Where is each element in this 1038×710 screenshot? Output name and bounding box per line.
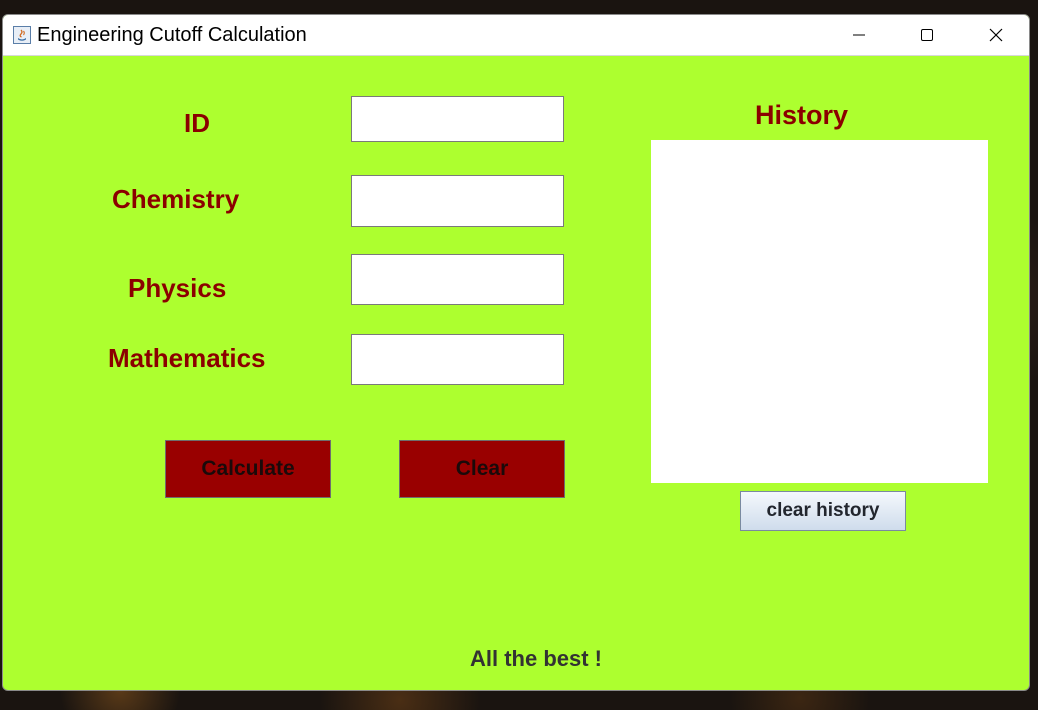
maximize-button[interactable] <box>894 15 960 55</box>
minimize-icon <box>853 34 865 36</box>
physics-label: Physics <box>128 273 227 303</box>
mathematics-input[interactable] <box>351 334 564 385</box>
history-text-area[interactable] <box>651 140 988 483</box>
minimize-button[interactable] <box>826 15 892 55</box>
physics-input[interactable] <box>351 254 564 305</box>
id-input[interactable] <box>351 96 564 142</box>
id-label: ID <box>184 108 210 138</box>
window-title: Engineering Cutoff Calculation <box>37 24 307 46</box>
footer-message: All the best ! <box>470 646 603 671</box>
app-window: Engineering Cutoff Calculation ID Chemis… <box>2 14 1030 691</box>
mathematics-label: Mathematics <box>108 343 266 373</box>
chemistry-label: Chemistry <box>112 184 240 214</box>
title-bar: Engineering Cutoff Calculation <box>3 15 1029 56</box>
chemistry-input[interactable] <box>351 175 564 227</box>
clear-history-button[interactable]: clear history <box>740 491 906 531</box>
java-app-icon <box>13 26 31 44</box>
calculate-button[interactable]: Calculate <box>165 440 331 498</box>
clear-button[interactable]: Clear <box>399 440 565 498</box>
close-button[interactable] <box>963 15 1029 55</box>
maximize-icon <box>921 29 933 41</box>
close-icon <box>989 28 1003 42</box>
history-title: History <box>755 100 849 130</box>
form-panel: ID Chemistry Physics Mathematics Calcula… <box>3 56 1029 690</box>
